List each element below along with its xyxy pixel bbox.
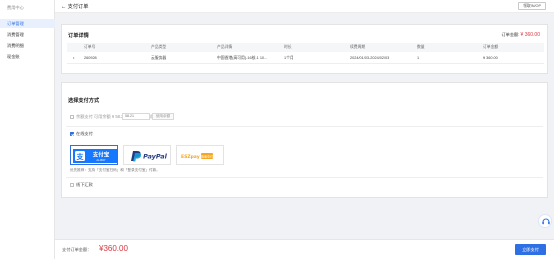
table-row: • 260928 云服务器 中国香港(高可用)-16核-1 10... 1个月 … — [67, 52, 544, 64]
divider — [66, 177, 543, 178]
online-checkbox[interactable] — [70, 132, 74, 136]
sidebar-item-consumption[interactable]: 消费管理 — [0, 30, 55, 39]
balance-checkbox[interactable] — [70, 115, 74, 119]
sidebar-title: 费用中心 — [7, 5, 24, 10]
cell-period: 2024/01/03-2024/02/03 — [350, 56, 390, 60]
col-period: 续费周期 — [350, 45, 366, 49]
payment-method-title: 选择支付方式 — [68, 98, 100, 104]
back-link[interactable]: ← 支付订单 — [61, 3, 88, 10]
order-table-header: 订单号 产品类型 产品详情 时长 续费周期 数量 订单金额 — [67, 43, 544, 52]
row-marker: • — [73, 56, 75, 60]
offline-checkbox[interactable] — [70, 183, 74, 187]
cell-order-id: 260928 — [84, 56, 97, 60]
col-product-type: 产品类型 — [151, 45, 167, 49]
header-action-button[interactable]: 领取IN/OP — [518, 2, 546, 10]
page-title: 支付订单 — [67, 4, 89, 10]
bottom-bar: 支付订单金额： ¥360.00 立即支付 — [55, 239, 554, 259]
total-value: ¥360.00 — [99, 244, 128, 253]
order-amount: 订单金额: ¥ 360.00 — [501, 32, 540, 38]
sidebar-item-cash[interactable]: 现金账 — [0, 52, 55, 61]
svg-text:PayPal: PayPal — [143, 153, 168, 161]
sidebar: 费用中心 订单管理 消费管理 消费明细 现金账 — [0, 0, 55, 259]
back-arrow-icon: ← — [61, 4, 67, 10]
use-balance-button[interactable]: 使用余额 — [152, 113, 174, 120]
svg-text:ALIPAY: ALIPAY — [96, 158, 105, 162]
svg-text:极速支付: 极速支付 — [201, 153, 213, 158]
online-label: 在线支付 — [76, 131, 93, 136]
alipay-option[interactable]: 支 支付宝 ALIPAY — [70, 145, 118, 165]
col-product-detail: 产品详情 — [217, 45, 233, 49]
offline-option: 线下汇款 — [66, 181, 543, 191]
paypal-option[interactable]: PayPal — [123, 145, 171, 165]
alipay-logo-icon: 支 支付宝 ALIPAY — [73, 149, 117, 163]
online-option: 在线支付 — [66, 130, 543, 140]
sidebar-item-orders[interactable]: 订单管理 — [0, 19, 55, 28]
top-bar: ← 支付订单 领取IN/OP — [55, 0, 554, 13]
paypal-logo-icon: PayPal — [131, 151, 168, 162]
help-float-button[interactable] — [538, 214, 552, 228]
col-order-id: 订单号 — [84, 45, 96, 49]
cell-qty: 1 — [417, 56, 420, 60]
total-label: 支付订单金额： — [62, 247, 92, 252]
sidebar-item-details[interactable]: 消费明细 — [0, 41, 55, 50]
balance-amount-input[interactable]: 58.21 — [122, 113, 150, 120]
eszpay-option[interactable]: ESZpay 极速支付 — [176, 145, 224, 165]
eszpay-logo-icon: ESZpay 极速支付 — [181, 153, 213, 160]
cell-product-type: 云服务器 — [151, 56, 167, 60]
order-details-title: 订单详情 — [68, 33, 89, 39]
col-amount: 订单金额 — [483, 45, 499, 49]
svg-text:支: 支 — [76, 152, 85, 161]
support-icon — [542, 218, 550, 225]
payment-hint: 优先推荐：支持「支付宝扫码」和「登录支付宝」付款。 — [70, 168, 160, 172]
svg-text:ESZpay: ESZpay — [181, 154, 200, 160]
cell-amount: ¥ 360.00 — [483, 56, 498, 60]
order-details-card: 订单详情 订单金额: ¥ 360.00 订单号 产品类型 产品详情 时长 续费周… — [61, 24, 548, 74]
offline-label: 线下汇款 — [76, 182, 93, 187]
pay-now-button[interactable]: 立即支付 — [515, 244, 546, 255]
cell-product-detail: 中国香港(高可用)-16核-1 10... — [217, 56, 268, 60]
col-duration: 时长 — [284, 45, 292, 49]
divider — [66, 126, 543, 127]
col-qty: 数量 — [417, 45, 425, 49]
cell-duration: 1个月 — [284, 56, 294, 60]
